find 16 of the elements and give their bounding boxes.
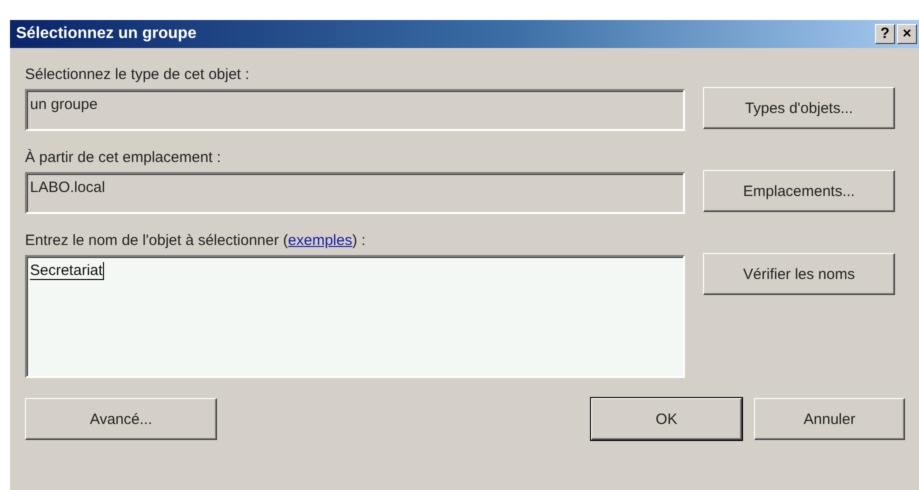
readonly-field: un groupe bbox=[25, 89, 685, 131]
close-button[interactable]: × bbox=[897, 24, 917, 44]
field-label: Sélectionnez le type de cet objet : bbox=[25, 65, 250, 85]
dialog-button[interactable]: Emplacements... bbox=[703, 170, 895, 212]
window-title: Sélectionnez un groupe bbox=[16, 25, 196, 43]
dialog-button[interactable]: Vérifier les noms bbox=[703, 253, 895, 295]
readonly-field: LABO.local bbox=[25, 172, 685, 214]
dialog-button[interactable]: OK bbox=[591, 398, 742, 440]
field-label: À partir de cet emplacement : bbox=[25, 148, 222, 168]
examples-link[interactable]: exemples bbox=[288, 232, 352, 249]
field-label: Entrez le nom de l'objet à sélectionner (exemples) : bbox=[25, 231, 367, 251]
dialog-button[interactable]: Avancé... bbox=[25, 398, 217, 440]
help-button[interactable]: ? bbox=[875, 24, 895, 44]
dialog-button[interactable]: Types d'objets... bbox=[703, 87, 895, 129]
input-field[interactable]: Secretariat bbox=[25, 255, 685, 378]
dialog-button[interactable]: Annuler bbox=[754, 398, 905, 440]
